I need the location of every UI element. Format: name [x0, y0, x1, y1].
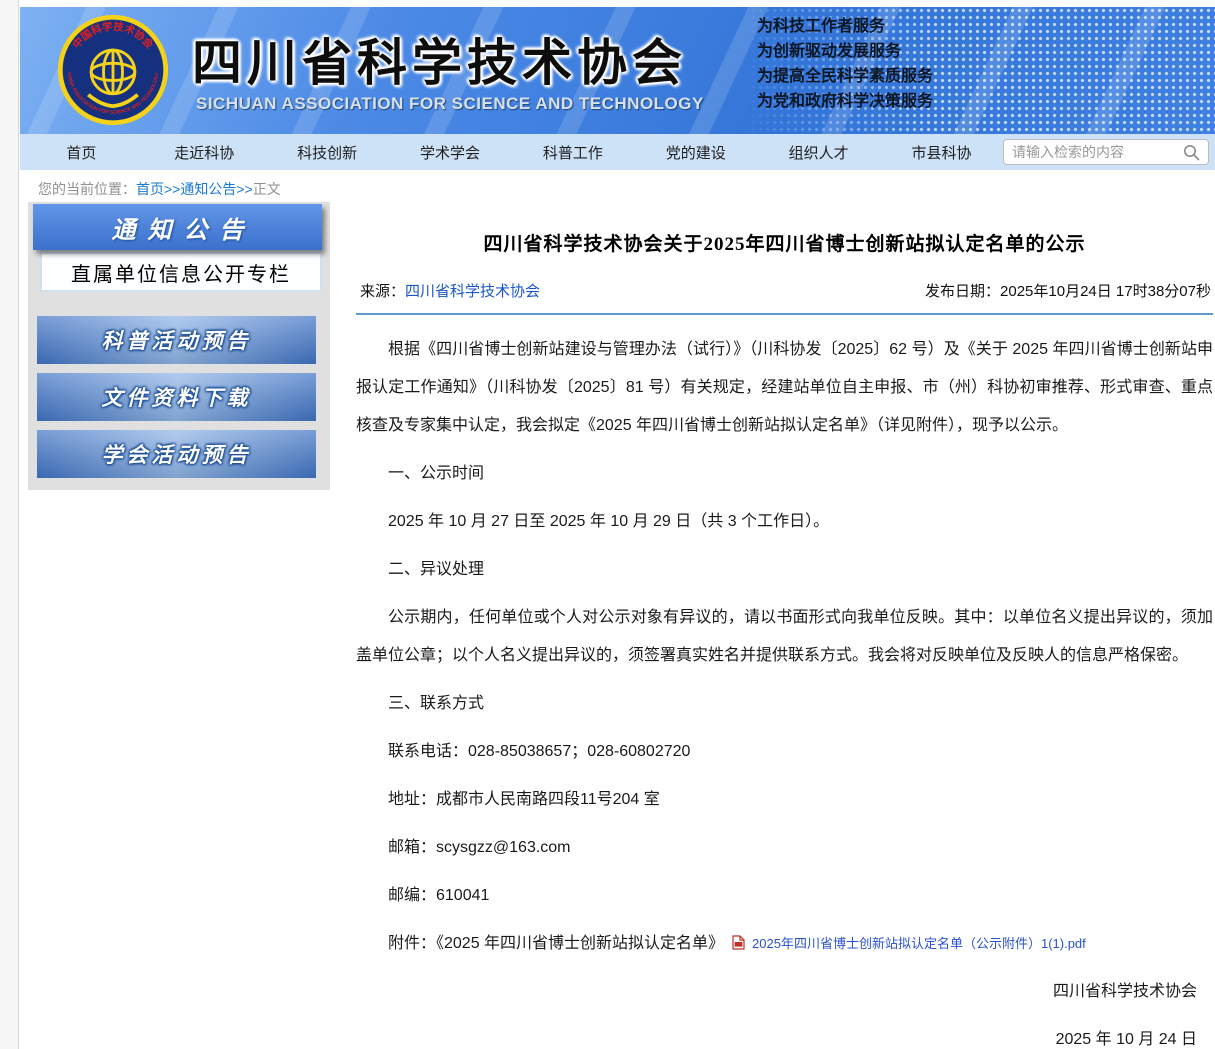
nav-item-home[interactable]: 首页 — [20, 142, 143, 163]
breadcrumb-section-link[interactable]: 通知公告 — [180, 181, 236, 197]
sidebar-banner-society-activities[interactable]: 学会活动预告 — [37, 430, 316, 478]
signature-org: 四川省科学技术协会 — [356, 973, 1213, 1011]
top-strip — [20, 0, 1215, 7]
paragraph-publicity-period: 2025 年 10 月 27 日至 2025 年 10 月 29 日（共 3 个… — [356, 503, 1213, 541]
paragraph-postcode: 邮编：610041 — [356, 877, 1213, 915]
sidebar-banner-file-download[interactable]: 文件资料下载 — [37, 373, 316, 421]
main-wrap: 通知公告 直属单位信息公开专栏 科普活动预告 文件资料下载 学会活动预告 四川省… — [20, 202, 1215, 1049]
search-icon[interactable] — [1183, 144, 1200, 161]
nav-item-party-building[interactable]: 党的建设 — [634, 142, 757, 163]
slogan-line: 为党和政府科学决策服务 — [757, 89, 933, 114]
nav-item-academic[interactable]: 学术学会 — [389, 142, 512, 163]
cast-logo-icon: 中国科学技术协会 CHINA ASSOCIATION FOR SCIENCE A… — [56, 13, 170, 127]
article-date: 发布日期：2025年10月24日 17时38分07秒 — [925, 280, 1211, 301]
breadcrumb-current: 正文 — [253, 181, 281, 197]
breadcrumb-label: 您的当前位置： — [38, 181, 136, 197]
slogan-line: 为创新驱动发展服务 — [757, 39, 933, 64]
search-box[interactable] — [1003, 139, 1209, 165]
pdf-file-icon — [732, 935, 745, 950]
breadcrumb-home-link[interactable]: 首页 — [136, 181, 164, 197]
attachment-line: 附件：《2025 年四川省博士创新站拟认定名单》 2025年四川省博士创新站拟认… — [356, 925, 1213, 963]
sidebar: 通知公告 直属单位信息公开专栏 科普活动预告 文件资料下载 学会活动预告 — [28, 202, 330, 490]
sidebar-section-notices[interactable]: 通知公告 — [33, 204, 322, 250]
nav-item-talent[interactable]: 组织人才 — [757, 142, 880, 163]
attachment-prefix: 附件：《2025 年四川省博士创新站拟认定名单》 — [388, 935, 724, 952]
header-slogans: 为科技工作者服务 为创新驱动发展服务 为提高全民科学素质服务 为党和政府科学决策… — [757, 14, 933, 114]
section-heading-2: 二、异议处理 — [356, 551, 1213, 589]
slogan-line: 为提高全民科学素质服务 — [757, 64, 933, 89]
nav-item-science-popularization[interactable]: 科普工作 — [512, 142, 635, 163]
paragraph-email: 邮箱：scysgzz@163.com — [356, 829, 1213, 867]
nav-item-city-county[interactable]: 市县科协 — [880, 142, 1003, 163]
article: 四川省科学技术协会关于2025年四川省博士创新站拟认定名单的公示 来源：四川省科… — [330, 202, 1215, 1049]
paragraph-address: 地址：成都市人民南路四段11号204 室 — [356, 781, 1213, 819]
nav-item-tech-innovation[interactable]: 科技创新 — [266, 142, 389, 163]
section-heading-1: 一、公示时间 — [356, 455, 1213, 493]
main-nav: 首页 走近科协 科技创新 学术学会 科普工作 党的建设 组织人才 市县科协 — [20, 134, 1215, 170]
sidebar-banner-science-activities[interactable]: 科普活动预告 — [37, 316, 316, 364]
attachment-pdf-link[interactable]: 2025年四川省博士创新站拟认定名单（公示附件）1(1).pdf — [752, 936, 1086, 951]
breadcrumb-separator: >> — [236, 181, 252, 197]
breadcrumb-separator: >> — [164, 181, 180, 197]
paragraph-phone: 联系电话：028-85038657；028-60802720 — [356, 733, 1213, 771]
publish-date: 2025年10月24日 17时38分07秒 — [1000, 283, 1211, 300]
window-gutter — [0, 0, 19, 1049]
section-heading-3: 三、联系方式 — [356, 685, 1213, 723]
page: 中国科学技术协会 CHINA ASSOCIATION FOR SCIENCE A… — [20, 0, 1215, 1049]
article-source: 来源：四川省科学技术协会 — [360, 280, 540, 301]
source-link[interactable]: 四川省科学技术协会 — [405, 283, 540, 300]
search-input[interactable] — [1012, 144, 1183, 160]
date-label: 发布日期： — [925, 283, 1000, 300]
paragraph-objection-handling: 公示期内，任何单位或个人对公示对象有异议的，请以书面形式向我单位反映。其中：以单… — [356, 599, 1213, 675]
site-title-en: SICHUAN ASSOCIATION FOR SCIENCE AND TECH… — [196, 94, 704, 114]
signature-date: 2025 年 10 月 24 日 — [356, 1021, 1213, 1049]
site-header: 中国科学技术协会 CHINA ASSOCIATION FOR SCIENCE A… — [20, 7, 1215, 134]
paragraph-intro: 根据《四川省博士创新站建设与管理办法（试行）》（川科协发〔2025〕62 号）及… — [356, 331, 1213, 445]
site-title-cn: 四川省科学技术协会 — [192, 23, 687, 95]
article-meta: 来源：四川省科学技术协会 发布日期：2025年10月24日 17时38分07秒 — [356, 280, 1213, 315]
breadcrumb: 您的当前位置：首页>>通知公告>>正文 — [20, 170, 1215, 202]
nav-item-about[interactable]: 走近科协 — [143, 142, 266, 163]
source-label: 来源： — [360, 283, 405, 300]
page-title: 四川省科学技术协会关于2025年四川省博士创新站拟认定名单的公示 — [356, 229, 1213, 256]
sidebar-item-info-disclosure[interactable]: 直属单位信息公开专栏 — [40, 252, 322, 292]
slogan-line: 为科技工作者服务 — [757, 14, 933, 39]
